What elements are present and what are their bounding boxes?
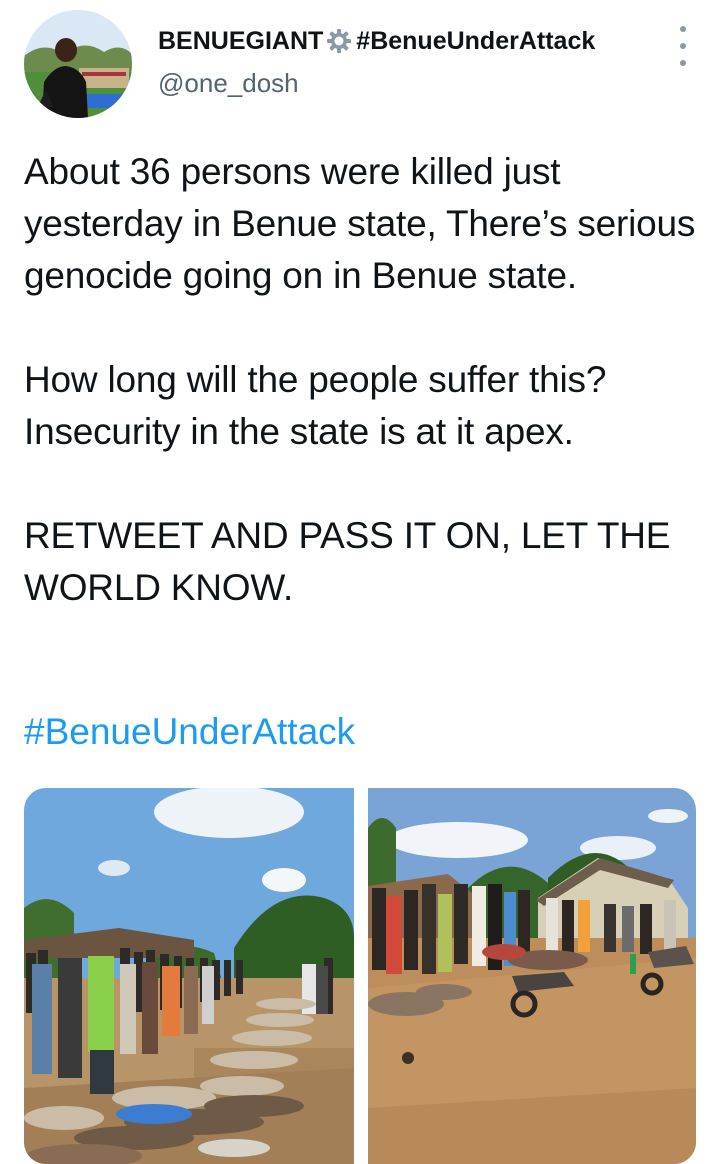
tweet-text: About 36 persons were killed just yester… bbox=[24, 146, 696, 614]
tweet-photo-2[interactable] bbox=[368, 788, 696, 1164]
tweet-header: BENUEGIANT #BenueUnderAttack @one_dosh bbox=[24, 8, 696, 120]
display-name[interactable]: BENUEGIANT bbox=[158, 27, 323, 56]
tweet-photo-1[interactable] bbox=[24, 788, 354, 1164]
vertical-ellipsis-icon[interactable] bbox=[676, 26, 690, 66]
name-hashtag: #BenueUnderAttack bbox=[356, 26, 596, 55]
author-name-row[interactable]: BENUEGIANT #BenueUnderAttack bbox=[158, 24, 595, 58]
tweet-paragraph-2: How long will the people suffer this? In… bbox=[24, 359, 607, 452]
tweet-paragraph-1: About 36 persons were killed just yester… bbox=[24, 151, 696, 296]
gear-icon bbox=[326, 28, 352, 54]
author-block: BENUEGIANT #BenueUnderAttack @one_dosh bbox=[158, 24, 595, 99]
media-grid bbox=[24, 788, 696, 1164]
tweet-paragraph-3: RETWEET AND PASS IT ON, LET THE WORLD KN… bbox=[24, 515, 671, 608]
avatar[interactable] bbox=[24, 10, 132, 118]
hashtag-link[interactable]: #BenueUnderAttack bbox=[24, 706, 355, 758]
author-handle[interactable]: @one_dosh bbox=[158, 68, 595, 99]
